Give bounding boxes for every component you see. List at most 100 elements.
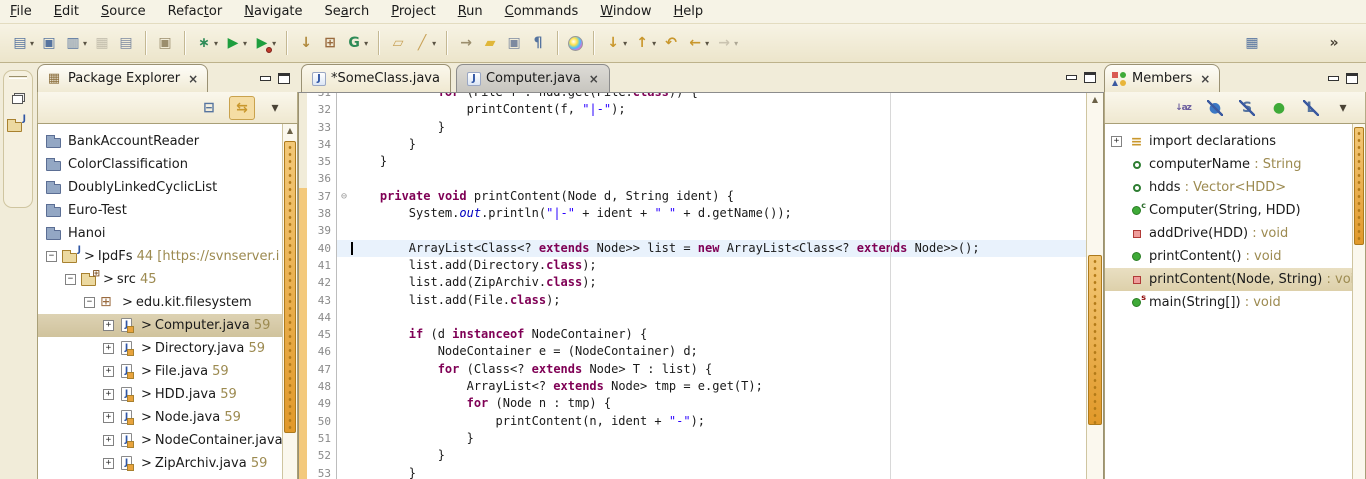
back-button[interactable]: ←▾ [684,30,711,56]
collapse-icon[interactable]: − [46,251,57,262]
tree-item-hanoi[interactable]: Hanoi [38,222,282,245]
code-text[interactable]: list.add(ZipArchiv.class); [351,274,1086,291]
code-line[interactable]: 42 list.add(ZipArchiv.class); [299,274,1086,291]
code-line-main[interactable] [337,309,1086,326]
code-line[interactable]: 36 [299,170,1086,187]
code-line-main[interactable]: for (Node n : tmp) { [337,395,1086,412]
code-text[interactable]: list.add(Directory.class); [351,257,1086,274]
quick-diff-ruler[interactable] [299,101,307,118]
new-view-button[interactable]: ▥▾ [62,30,89,56]
collapse-all-button[interactable]: ⊟ [197,97,221,119]
run-button[interactable]: ▶▾ [222,30,249,56]
menu-refactor[interactable]: Refactor [168,4,223,19]
tree-item-hdd-java[interactable]: +J>HDD.java 59 [38,383,282,406]
import-wizard-button[interactable]: ↓ [295,30,317,56]
dropdown-arrow-icon[interactable]: ▾ [272,39,276,48]
code-line[interactable]: 33 } [299,119,1086,136]
tree-item-directory-java[interactable]: +J>Directory.java 59 [38,337,282,360]
tree-item-file-java[interactable]: +J>File.java 59 [38,360,282,383]
code-text[interactable]: NodeContainer e = (NodeContainer) d; [351,343,1086,360]
code-line[interactable]: 46 NodeContainer e = (NodeContainer) d; [299,343,1086,360]
quick-diff-ruler[interactable] [299,188,307,205]
dropdown-arrow-icon[interactable]: ▾ [432,39,436,48]
code-line[interactable]: 49 for (Node n : tmp) { [299,395,1086,412]
quick-diff-ruler[interactable] [299,465,307,479]
toolbar-overflow-button[interactable]: » [1323,30,1345,56]
code-text[interactable]: printContent(n, ident + "-"); [351,413,1086,430]
code-line[interactable]: 52 } [299,447,1086,464]
search-button[interactable]: ╱▾ [411,30,438,56]
dropdown-arrow-icon[interactable]: ▾ [83,39,87,48]
menu-window[interactable]: Window [600,4,651,19]
member-item-computer-string-hdd[interactable]: cComputer(String, HDD) [1105,199,1352,222]
scroll-up-icon[interactable]: ▲ [1087,93,1103,107]
code-text[interactable]: private void printContent(Node d, String… [351,188,1086,205]
hide-static-members-button[interactable]: S [1235,97,1259,119]
member-item-printcontent-node-string[interactable]: printContent(Node, String) : void [1105,268,1352,291]
code-text[interactable]: } [351,465,1086,479]
code-line[interactable]: 35 } [299,153,1086,170]
menu-source[interactable]: Source [101,4,146,19]
code-line[interactable]: 31 for (File f : hdd.get(File.class)) { [299,93,1086,101]
code-line-main[interactable]: for (File f : hdd.get(File.class)) { [337,93,1086,101]
code-line[interactable]: 51 } [299,430,1086,447]
member-item-printcontent[interactable]: printContent() : void [1105,245,1352,268]
editor-tab-computer-java[interactable]: JComputer.java× [456,64,610,92]
menu-commands[interactable]: Commands [505,4,579,19]
scrollbar-thumb[interactable] [1088,255,1102,425]
menu-file[interactable]: File [10,4,32,19]
quick-diff-ruler[interactable] [299,153,307,170]
code-text[interactable]: } [351,136,1086,153]
code-line-main[interactable]: } [337,447,1086,464]
code-text[interactable]: if (d instanceof NodeContainer) { [351,326,1086,343]
quick-diff-ruler[interactable] [299,413,307,430]
tree-item-nodecontainer-java[interactable]: +J>NodeContainer.java 59 [38,429,282,452]
code-line-main[interactable]: NodeContainer e = (NodeContainer) d; [337,343,1086,360]
dropdown-arrow-icon[interactable]: ▾ [364,39,368,48]
hide-fields-button[interactable]: ● [1203,97,1227,119]
code-area[interactable]: 31 for (File f : hdd.get(File.class)) { 3… [299,93,1086,479]
show-selected-element-button[interactable]: ▣ [503,30,525,56]
minimize-icon[interactable] [260,76,271,81]
expand-icon[interactable]: + [103,458,114,469]
quick-diff-ruler[interactable] [299,447,307,464]
code-text[interactable]: } [351,447,1086,464]
code-line[interactable]: 48 ArrayList<? extends Node> tmp = e.get… [299,378,1086,395]
quick-diff-ruler[interactable] [299,205,307,222]
dropdown-arrow-icon[interactable]: ▾ [734,39,738,48]
highlight-marker-button[interactable]: ▰ [479,30,501,56]
open-resource-button[interactable]: ▱ [387,30,409,56]
print-button[interactable]: ▤ [115,30,137,56]
code-line[interactable]: 34 } [299,136,1086,153]
code-line[interactable]: 37⊖ private void printContent(Node d, St… [299,188,1086,205]
code-line[interactable]: 43 list.add(File.class); [299,292,1086,309]
code-text[interactable]: } [351,430,1086,447]
tree-item-ipdfs[interactable]: −J>IpdFs 44 [https://svnserver.i [38,245,282,268]
expand-icon[interactable]: + [103,412,114,423]
code-text[interactable] [351,309,1086,326]
code-line-main[interactable]: ⊖ private void printContent(Node d, Stri… [337,188,1086,205]
drag-handle[interactable] [9,76,27,79]
fold-collapse-icon[interactable]: ⊖ [337,188,351,205]
code-text[interactable]: } [351,119,1086,136]
dropdown-arrow-icon[interactable]: ▾ [30,39,34,48]
expand-icon[interactable]: + [103,366,114,377]
code-line-main[interactable] [337,170,1086,187]
tree-item-doublylinkedcycliclist[interactable]: DoublyLinkedCyclicList [38,176,282,199]
scrollbar-thumb[interactable] [1354,127,1364,245]
member-item-import-declarations[interactable]: +≡import declarations [1105,130,1352,153]
code-line[interactable]: 47 for (Class<? extends Node> T : list) … [299,361,1086,378]
code-text[interactable] [351,222,1086,239]
code-line-main[interactable]: list.add(File.class); [337,292,1086,309]
quick-diff-ruler[interactable] [299,326,307,343]
last-edit-location-button[interactable]: ↶ [660,30,682,56]
show-public-members-button[interactable]: ● [1267,97,1291,119]
quick-diff-ruler[interactable] [299,395,307,412]
tree-item-computer-java[interactable]: +J>Computer.java 59 [38,314,282,337]
code-text[interactable]: ArrayList<Class<? extends Node>> list = … [351,240,1086,257]
open-perspective-button[interactable]: ▦ [1241,30,1263,56]
quick-diff-ruler[interactable] [299,343,307,360]
menu-edit[interactable]: Edit [54,4,79,19]
member-item-computername[interactable]: computerName : String [1105,153,1352,176]
refresh-button[interactable]: G▾ [343,30,370,56]
